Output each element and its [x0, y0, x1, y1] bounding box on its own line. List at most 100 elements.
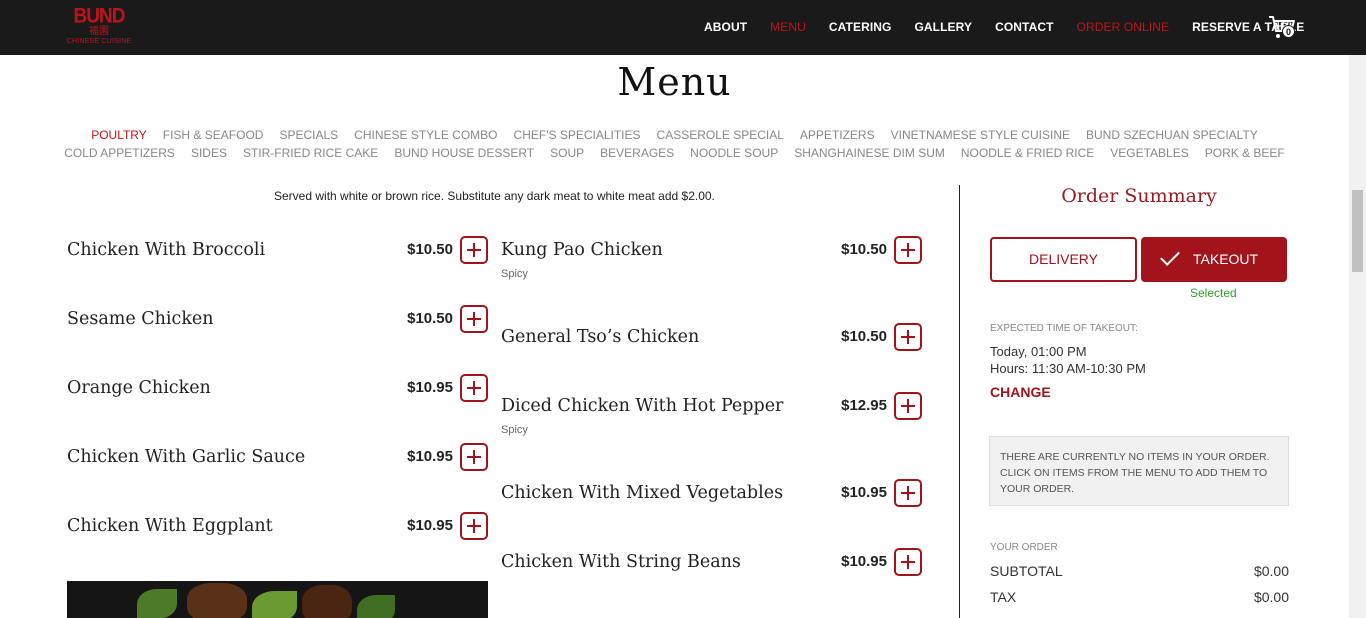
column-divider [959, 185, 960, 618]
menu-item-name[interactable]: Chicken With Garlic Sauce [67, 447, 305, 467]
add-item-plus-icon[interactable] [460, 305, 488, 333]
menu-item-name[interactable]: Orange Chicken [67, 378, 211, 398]
tax-value: $0.00 [1253, 589, 1289, 605]
scrollbar-thumb[interactable] [1352, 190, 1363, 272]
business-hours: Hours: 11:30 AM-10:30 PM [990, 361, 1146, 376]
menu-item[interactable]: Sesame Chicken $10.50 [67, 305, 488, 349]
nav-link-order-online[interactable]: ORDER ONLINE [1077, 20, 1170, 34]
top-nav-bar: BUND 福園 CHINESE CUISINE ABOUT MENU CATERIN… [0, 0, 1366, 55]
menu-item-name[interactable]: General Tso’s Chicken [501, 327, 699, 347]
add-item-plus-icon[interactable] [460, 512, 488, 540]
add-item-plus-icon[interactable] [894, 548, 922, 576]
brand-logo[interactable]: BUND 福園 CHINESE CUISINE [66, 4, 132, 48]
category-noodle-fried-rice[interactable]: NOODLE & FRIED RICE [961, 146, 1094, 160]
menu-item[interactable]: Chicken With Mixed Vegetables $10.95 [501, 479, 922, 523]
category-row-1: POULTRY FISH & SEAFOOD SPECIALS CHINESE STY… [0, 128, 1349, 142]
menu-item-price: $10.95 [407, 448, 453, 465]
dish-photo [67, 581, 488, 618]
add-item-plus-icon[interactable] [894, 479, 922, 507]
category-cold-appetizers[interactable]: COLD APPETIZERS [64, 146, 175, 160]
menu-item-price: $10.50 [841, 241, 887, 258]
menu-item-name[interactable]: Sesame Chicken [67, 309, 214, 329]
category-bund-house-dessert[interactable]: BUND HOUSE DESSERT [394, 146, 534, 160]
change-time-link[interactable]: CHANGE [990, 384, 1051, 400]
selected-label: Selected [1190, 286, 1237, 300]
menu-item[interactable]: Orange Chicken $10.95 [67, 374, 488, 418]
expected-time: Today, 01:00 PM [990, 344, 1087, 359]
scrollbar[interactable] [1349, 55, 1366, 618]
logo-subtitle: CHINESE CUISINE [66, 38, 132, 45]
subtotal-value: $0.00 [1253, 563, 1289, 579]
menu-item-price: $10.95 [407, 379, 453, 396]
category-appetizers[interactable]: APPETIZERS [800, 128, 875, 142]
menu-item-tag: Spicy [501, 268, 528, 280]
tax-label: TAX [990, 589, 1017, 605]
menu-item[interactable]: General Tso’s Chicken $10.50 [501, 323, 922, 367]
category-noodle-soup[interactable]: NOODLE SOUP [690, 146, 778, 160]
category-chinese-style-combo[interactable]: CHINESE STYLE COMBO [354, 128, 497, 142]
your-order-label: YOUR ORDER [990, 542, 1058, 553]
page-title: Menu [617, 60, 732, 104]
nav-link-catering[interactable]: CATERING [829, 20, 892, 34]
category-vegetables[interactable]: VEGETABLES [1110, 146, 1188, 160]
menu-item[interactable]: Chicken With Eggplant $10.95 [67, 512, 488, 556]
delivery-button[interactable]: DELIVERY [990, 237, 1137, 282]
category-bund-szechuan-specialty[interactable]: BUND SZECHUAN SPECIALTY [1086, 128, 1258, 142]
menu-item-price: $10.50 [407, 310, 453, 327]
add-item-plus-icon[interactable] [894, 323, 922, 351]
category-row-2: COLD APPETIZERS SIDES STIR-FRIED RICE CAKE… [0, 146, 1349, 160]
category-sides[interactable]: SIDES [191, 146, 227, 160]
menu-item[interactable]: Kung Pao Chicken Spicy $10.50 [501, 236, 922, 280]
menu-item-tag: Spicy [501, 424, 528, 436]
category-vinetnamese-style-cuisine[interactable]: VINETNAMESE STYLE CUISINE [891, 128, 1070, 142]
category-poultry[interactable]: POULTRY [91, 128, 147, 142]
menu-item-price: $10.95 [407, 517, 453, 534]
menu-item-price: $10.50 [841, 328, 887, 345]
add-item-plus-icon[interactable] [460, 236, 488, 264]
category-beverages[interactable]: BEVERAGES [600, 146, 674, 160]
category-soup[interactable]: SOUP [550, 146, 584, 160]
category-chef-s-specialities[interactable]: CHEF'S SPECIALITIES [514, 128, 641, 142]
menu-item-name[interactable]: Kung Pao Chicken [501, 240, 663, 260]
category-casserole-special[interactable]: CASSEROLE SPECIAL [657, 128, 784, 142]
cart-count-badge: 0 [1282, 25, 1295, 38]
add-item-plus-icon[interactable] [460, 374, 488, 402]
logo-word: BUND [73, 4, 126, 28]
menu-item-name[interactable]: Chicken With Mixed Vegetables [501, 483, 783, 503]
subtotal-label: SUBTOTAL [990, 563, 1063, 579]
main-nav: ABOUT MENU CATERING GALLERY CONTACT ORDER ONL… [704, 20, 1327, 34]
category-fish-seafood[interactable]: FISH & SEAFOOD [163, 128, 264, 142]
menu-item[interactable]: Chicken With Broccoli $10.50 [67, 236, 488, 280]
category-specials[interactable]: SPECIALS [279, 128, 338, 142]
add-item-plus-icon[interactable] [894, 392, 922, 420]
nav-link-menu[interactable]: MENU [770, 20, 806, 34]
menu-item-price: $12.95 [841, 397, 887, 414]
empty-order-message: THERE ARE CURRENTLY NO ITEMS IN YOUR ORD… [989, 436, 1289, 506]
menu-item-price: $10.95 [841, 553, 887, 570]
menu-item[interactable]: Chicken With String Beans $10.95 [501, 548, 922, 592]
section-note: Served with white or brown rice. Substit… [274, 189, 715, 203]
nav-link-about[interactable]: ABOUT [704, 20, 747, 34]
category-shanghainese-dim-sum[interactable]: SHANGHAINESE DIM SUM [794, 146, 945, 160]
takeout-label: TAKEOUT [1193, 251, 1259, 267]
menu-item[interactable]: Diced Chicken With Hot Pepper Spicy $12.95 [501, 392, 922, 436]
add-item-plus-icon[interactable] [460, 443, 488, 471]
menu-item-price: $10.95 [841, 484, 887, 501]
order-summary-title: Order Summary [1061, 185, 1217, 207]
menu-item-price: $10.50 [407, 241, 453, 258]
category-stir-fried-rice-cake[interactable]: STIR-FRIED RICE CAKE [243, 146, 378, 160]
subtotal-row: SUBTOTAL $0.00 [990, 563, 1289, 579]
menu-item-name[interactable]: Chicken With Eggplant [67, 516, 273, 536]
takeout-button[interactable]: TAKEOUT [1141, 237, 1287, 282]
check-icon [1160, 246, 1180, 266]
add-item-plus-icon[interactable] [894, 236, 922, 264]
nav-link-gallery[interactable]: GALLERY [914, 20, 972, 34]
menu-item-name[interactable]: Chicken With Broccoli [67, 240, 265, 260]
menu-item[interactable]: Chicken With Garlic Sauce $10.95 [67, 443, 488, 487]
nav-link-contact[interactable]: CONTACT [995, 20, 1053, 34]
menu-item-name[interactable]: Chicken With String Beans [501, 552, 741, 572]
category-pork-beef[interactable]: PORK & BEEF [1205, 146, 1285, 160]
expected-time-label: EXPECTED TIME OF TAKEOUT: [990, 323, 1138, 334]
tax-row: TAX $0.00 [990, 589, 1289, 605]
menu-item-name[interactable]: Diced Chicken With Hot Pepper [501, 396, 783, 416]
